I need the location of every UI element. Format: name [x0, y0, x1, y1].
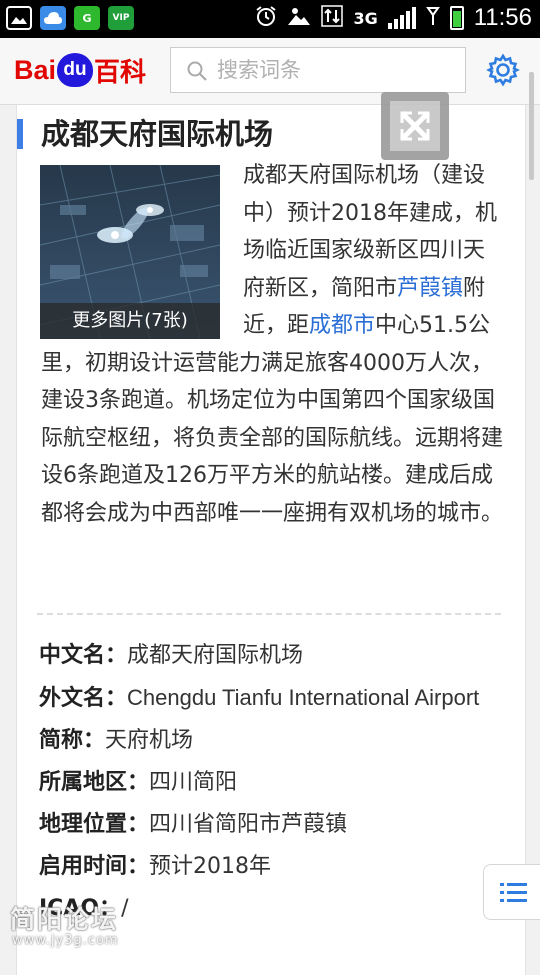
- logo-bai-text: Bai: [14, 54, 57, 85]
- settings-gear-icon[interactable]: [486, 53, 520, 87]
- infobox-label: 启用时间：: [39, 854, 150, 879]
- infobox-label: 中文名：: [39, 643, 128, 668]
- vip-shield-icon: VIP: [108, 6, 134, 30]
- article-summary: 成都天府国际机场（建设中）预计2018年建成，机场临近国家级新区四川天府新区，简…: [41, 157, 505, 532]
- title-accent-bar: [17, 119, 23, 149]
- infobox: 中文名：成都天府国际机场 外文名：Chengdu Tianfu Internat…: [39, 637, 503, 932]
- search-input[interactable]: [215, 57, 459, 83]
- battery-icon: [449, 6, 464, 30]
- infobox-value: 四川省简阳市芦葭镇: [149, 812, 348, 837]
- search-box[interactable]: [170, 47, 466, 93]
- infobox-row-short-name: 简称：天府机场: [39, 722, 503, 759]
- cloud-icon: [40, 6, 66, 30]
- logo-paw-icon: du: [57, 53, 94, 87]
- infobox-row-chinese-name: 中文名：成都天府国际机场: [39, 637, 503, 674]
- table-of-contents-button[interactable]: [483, 864, 540, 920]
- infobox-row-location: 地理位置：四川省简阳市芦葭镇: [39, 806, 503, 843]
- article-card: 成都天府国际机场 更多图片(7张) 成都天府国际机场（建设中）预计2018年建成…: [16, 92, 526, 975]
- network-type: 3G: [353, 8, 378, 28]
- list-icon: [500, 883, 527, 902]
- infobox-value: Chengdu Tianfu International Airport: [127, 685, 480, 710]
- alarm-icon: [255, 5, 277, 31]
- signal-icon: [387, 7, 416, 29]
- baidu-baike-logo[interactable]: Bai du 百科: [14, 52, 146, 88]
- infobox-row-region: 所属地区：四川简阳: [39, 764, 503, 801]
- infobox-row-opening: 启用时间：预计2018年: [39, 848, 503, 885]
- infobox-value: 天府机场: [105, 728, 194, 753]
- g-app-icon: G: [74, 6, 100, 30]
- infobox-row-foreign-name: 外文名：Chengdu Tianfu International Airport: [39, 679, 503, 717]
- infobox-value: 四川简阳: [149, 770, 238, 795]
- infobox-label: 简称：: [39, 728, 106, 753]
- infobox-value: /: [121, 896, 129, 921]
- collapse-icon: [400, 111, 430, 141]
- link-lujia-town[interactable]: 芦葭镇: [397, 276, 463, 301]
- logo-du-text: du: [63, 59, 87, 80]
- close-overlay-button[interactable]: [381, 92, 449, 160]
- summary-text-3: 中心51.5公里，初期设计运营能力满足旅客4000万人次，建设3条跑道。机场定位…: [41, 313, 504, 526]
- gallery-icon: [6, 6, 32, 30]
- link-chengdu-city[interactable]: 成都市: [309, 313, 375, 338]
- logo-baike-text: 百科: [94, 56, 147, 87]
- signal-alert-icon: [425, 5, 440, 31]
- infobox-label: 外文名：: [39, 686, 128, 711]
- weather-icon: [287, 5, 311, 31]
- status-time: 11:56: [473, 4, 532, 31]
- page-scrollbar[interactable]: [529, 72, 534, 180]
- watermark-url: www.jy3g.com: [12, 933, 119, 948]
- watermark-text: 简阳论坛: [10, 905, 119, 934]
- data-transfer-icon: [321, 4, 344, 32]
- app-header: Bai du 百科: [0, 38, 540, 105]
- section-divider: [37, 613, 501, 615]
- infobox-value: 成都天府国际机场: [127, 643, 304, 668]
- page-title: 成都天府国际机场: [41, 117, 274, 151]
- infobox-label: 地理位置：: [39, 812, 150, 837]
- infobox-label: 所属地区：: [39, 770, 150, 795]
- infobox-value: 预计2018年: [149, 854, 272, 879]
- search-icon: [187, 61, 207, 81]
- status-bar: G VIP 3G 11:56: [0, 0, 540, 38]
